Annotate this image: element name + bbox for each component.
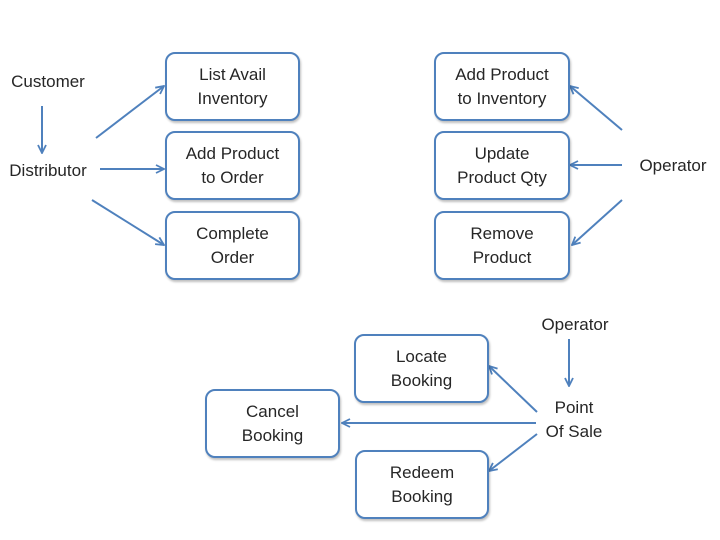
actor-distributor: Distributor <box>9 161 87 180</box>
use-case-redeem-booking[interactable]: Redeem Booking <box>355 450 489 519</box>
use-case-remove-product[interactable]: Remove Product <box>434 211 570 280</box>
actor-customer: Customer <box>11 72 85 91</box>
actor-point-of-sale: Point Of Sale <box>545 398 603 441</box>
edge-distributor-to-list-avail-inventory <box>95 86 164 139</box>
use-case-add-product-to-order[interactable]: Add Product to Order <box>165 131 300 200</box>
actor-operator-inventory: Operator <box>639 156 707 175</box>
edge-operator-to-add-product-to-inventory <box>570 86 623 131</box>
use-case-add-product-to-inventory[interactable]: Add Product to Inventory <box>434 52 570 121</box>
edge-operator-to-remove-product <box>572 199 623 245</box>
use-case-list-avail-inventory[interactable]: List Avail Inventory <box>165 52 300 121</box>
edge-distributor-to-complete-order <box>91 199 164 245</box>
actor-operator-point-of-sale: Operator <box>541 315 609 334</box>
use-case-diagram: Customer Distributor List Avail Inventor… <box>0 0 720 540</box>
use-case-update-product-qty[interactable]: Update Product Qty <box>434 131 570 200</box>
edge-point-of-sale-to-locate-booking <box>489 366 538 413</box>
use-case-cancel-booking[interactable]: Cancel Booking <box>205 389 340 458</box>
use-case-complete-order[interactable]: Complete Order <box>165 211 300 280</box>
edge-point-of-sale-to-redeem-booking <box>489 433 538 471</box>
use-case-locate-booking[interactable]: Locate Booking <box>354 334 489 403</box>
